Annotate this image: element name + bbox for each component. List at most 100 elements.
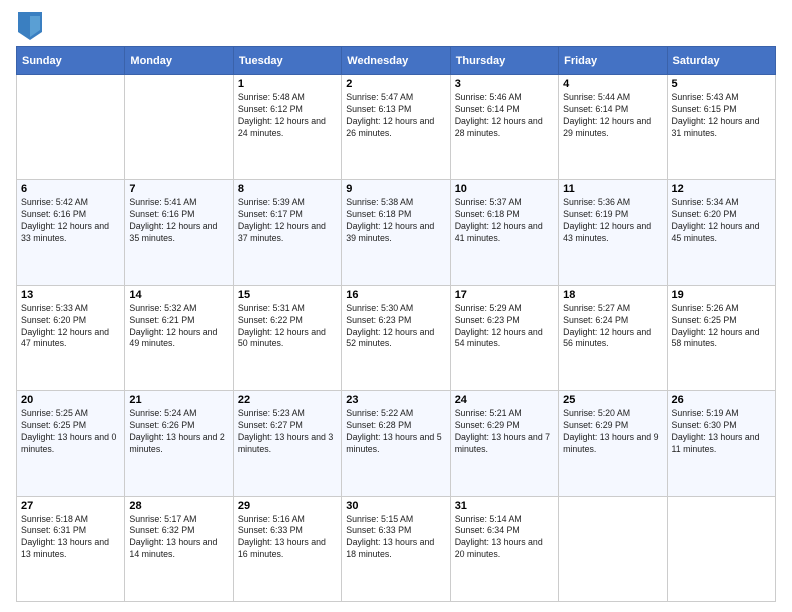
calendar-cell: 3 Sunrise: 5:46 AM Sunset: 6:14 PM Daylig… [450, 75, 558, 180]
day-info: Sunrise: 5:19 AM Sunset: 6:30 PM Dayligh… [672, 408, 771, 456]
day-info: Sunrise: 5:23 AM Sunset: 6:27 PM Dayligh… [238, 408, 337, 456]
calendar-cell: 29Sunrise: 5:16 AM Sunset: 6:33 PM Dayli… [233, 496, 341, 601]
calendar-cell: 28 Sunrise: 5:17 AM Sunset: 6:32 PM Dayli… [125, 496, 233, 601]
day-number: 25 [563, 394, 662, 406]
calendar-cell: 4 Sunrise: 5:44 AM Sunset: 6:14 PM Daylig… [559, 75, 667, 180]
day-info: Sunrise: 5:44 AM Sunset: 6:14 PM Dayligh… [563, 92, 662, 140]
calendar-cell: 1 Sunrise: 5:48 AM Sunset: 6:12 PM Daylig… [233, 75, 341, 180]
calendar-cell: 22 Sunrise: 5:23 AM Sunset: 6:27 PM Dayli… [233, 391, 341, 496]
day-info: Sunrise: 5:46 AM Sunset: 6:14 PM Dayligh… [455, 92, 554, 140]
day-number: 1 [238, 78, 337, 90]
calendar-cell: 27Sunrise: 5:18 AM Sunset: 6:31 PM Dayli… [17, 496, 125, 601]
day-info: Sunrise: 5:25 AM Sunset: 6:25 PM Dayligh… [21, 408, 120, 456]
calendar-week-5: 27Sunrise: 5:18 AM Sunset: 6:31 PM Dayli… [17, 496, 776, 601]
day-number: 17 [455, 289, 554, 301]
day-number: 19 [672, 289, 771, 301]
day-info: Sunrise: 5:18 AM Sunset: 6:31 PM Dayligh… [21, 514, 120, 562]
day-info: Sunrise: 5:37 AM Sunset: 6:18 PM Dayligh… [455, 197, 554, 245]
day-info: Sunrise: 5:32 AM Sunset: 6:21 PM Dayligh… [129, 303, 228, 351]
day-number: 29 [238, 500, 337, 512]
day-info: Sunrise: 5:27 AM Sunset: 6:24 PM Dayligh… [563, 303, 662, 351]
day-info: Sunrise: 5:22 AM Sunset: 6:28 PM Dayligh… [346, 408, 445, 456]
calendar-cell: 11 Sunrise: 5:36 AM Sunset: 6:19 PM Dayli… [559, 180, 667, 285]
day-number: 13 [21, 289, 120, 301]
calendar-cell: 18 Sunrise: 5:27 AM Sunset: 6:24 PM Dayli… [559, 285, 667, 390]
day-info: Sunrise: 5:48 AM Sunset: 6:12 PM Dayligh… [238, 92, 337, 140]
calendar-header-tuesday: Tuesday [233, 47, 341, 75]
calendar-header-monday: Monday [125, 47, 233, 75]
calendar-header-friday: Friday [559, 47, 667, 75]
calendar-cell [125, 75, 233, 180]
day-number: 28 [129, 500, 228, 512]
day-number: 12 [672, 183, 771, 195]
day-number: 4 [563, 78, 662, 90]
calendar-cell: 14 Sunrise: 5:32 AM Sunset: 6:21 PM Dayli… [125, 285, 233, 390]
day-info: Sunrise: 5:30 AM Sunset: 6:23 PM Dayligh… [346, 303, 445, 351]
day-number: 15 [238, 289, 337, 301]
calendar-cell: 16Sunrise: 5:30 AM Sunset: 6:23 PM Dayli… [342, 285, 450, 390]
calendar-header-saturday: Saturday [667, 47, 775, 75]
day-info: Sunrise: 5:47 AM Sunset: 6:13 PM Dayligh… [346, 92, 445, 140]
day-number: 26 [672, 394, 771, 406]
day-number: 14 [129, 289, 228, 301]
day-number: 21 [129, 394, 228, 406]
calendar-cell: 20 Sunrise: 5:25 AM Sunset: 6:25 PM Dayli… [17, 391, 125, 496]
day-info: Sunrise: 5:17 AM Sunset: 6:32 PM Dayligh… [129, 514, 228, 562]
calendar-cell: 26 Sunrise: 5:19 AM Sunset: 6:30 PM Dayli… [667, 391, 775, 496]
day-info: Sunrise: 5:39 AM Sunset: 6:17 PM Dayligh… [238, 197, 337, 245]
calendar-header-row: SundayMondayTuesdayWednesdayThursdayFrid… [17, 47, 776, 75]
calendar-cell: 6 Sunrise: 5:42 AM Sunset: 6:16 PM Daylig… [17, 180, 125, 285]
day-number: 7 [129, 183, 228, 195]
calendar-cell: 17 Sunrise: 5:29 AM Sunset: 6:23 PM Dayli… [450, 285, 558, 390]
calendar-cell: 31 Sunrise: 5:14 AM Sunset: 6:34 PM Dayli… [450, 496, 558, 601]
calendar-header-wednesday: Wednesday [342, 47, 450, 75]
calendar-week-3: 13Sunrise: 5:33 AM Sunset: 6:20 PM Dayli… [17, 285, 776, 390]
calendar-cell [559, 496, 667, 601]
calendar-cell: 13Sunrise: 5:33 AM Sunset: 6:20 PM Dayli… [17, 285, 125, 390]
calendar-cell: 23 Sunrise: 5:22 AM Sunset: 6:28 PM Dayli… [342, 391, 450, 496]
day-info: Sunrise: 5:36 AM Sunset: 6:19 PM Dayligh… [563, 197, 662, 245]
day-number: 24 [455, 394, 554, 406]
day-info: Sunrise: 5:26 AM Sunset: 6:25 PM Dayligh… [672, 303, 771, 351]
day-info: Sunrise: 5:20 AM Sunset: 6:29 PM Dayligh… [563, 408, 662, 456]
page: SundayMondayTuesdayWednesdayThursdayFrid… [0, 0, 792, 612]
day-number: 22 [238, 394, 337, 406]
day-number: 2 [346, 78, 445, 90]
day-info: Sunrise: 5:34 AM Sunset: 6:20 PM Dayligh… [672, 197, 771, 245]
calendar-cell: 21 Sunrise: 5:24 AM Sunset: 6:26 PM Dayli… [125, 391, 233, 496]
day-number: 23 [346, 394, 445, 406]
day-number: 18 [563, 289, 662, 301]
calendar-header-sunday: Sunday [17, 47, 125, 75]
day-info: Sunrise: 5:15 AM Sunset: 6:33 PM Dayligh… [346, 514, 445, 562]
calendar-cell [17, 75, 125, 180]
day-info: Sunrise: 5:24 AM Sunset: 6:26 PM Dayligh… [129, 408, 228, 456]
calendar-cell: 12 Sunrise: 5:34 AM Sunset: 6:20 PM Dayli… [667, 180, 775, 285]
day-info: Sunrise: 5:42 AM Sunset: 6:16 PM Dayligh… [21, 197, 120, 245]
day-info: Sunrise: 5:41 AM Sunset: 6:16 PM Dayligh… [129, 197, 228, 245]
day-number: 31 [455, 500, 554, 512]
logo [16, 12, 42, 40]
day-info: Sunrise: 5:29 AM Sunset: 6:23 PM Dayligh… [455, 303, 554, 351]
calendar-cell: 30Sunrise: 5:15 AM Sunset: 6:33 PM Dayli… [342, 496, 450, 601]
day-info: Sunrise: 5:43 AM Sunset: 6:15 PM Dayligh… [672, 92, 771, 140]
day-info: Sunrise: 5:21 AM Sunset: 6:29 PM Dayligh… [455, 408, 554, 456]
calendar-cell: 2 Sunrise: 5:47 AM Sunset: 6:13 PM Daylig… [342, 75, 450, 180]
day-info: Sunrise: 5:14 AM Sunset: 6:34 PM Dayligh… [455, 514, 554, 562]
calendar-cell: 7 Sunrise: 5:41 AM Sunset: 6:16 PM Daylig… [125, 180, 233, 285]
day-number: 3 [455, 78, 554, 90]
calendar-cell: 10 Sunrise: 5:37 AM Sunset: 6:18 PM Dayli… [450, 180, 558, 285]
day-number: 20 [21, 394, 120, 406]
calendar-cell: 25 Sunrise: 5:20 AM Sunset: 6:29 PM Dayli… [559, 391, 667, 496]
calendar-table: SundayMondayTuesdayWednesdayThursdayFrid… [16, 46, 776, 602]
day-number: 10 [455, 183, 554, 195]
day-number: 9 [346, 183, 445, 195]
day-number: 5 [672, 78, 771, 90]
calendar-week-4: 20 Sunrise: 5:25 AM Sunset: 6:25 PM Dayli… [17, 391, 776, 496]
header [16, 12, 776, 40]
day-number: 6 [21, 183, 120, 195]
calendar-cell: 9Sunrise: 5:38 AM Sunset: 6:18 PM Daylig… [342, 180, 450, 285]
calendar-header-thursday: Thursday [450, 47, 558, 75]
day-number: 11 [563, 183, 662, 195]
calendar-cell: 8Sunrise: 5:39 AM Sunset: 6:17 PM Daylig… [233, 180, 341, 285]
logo-icon [18, 12, 42, 40]
